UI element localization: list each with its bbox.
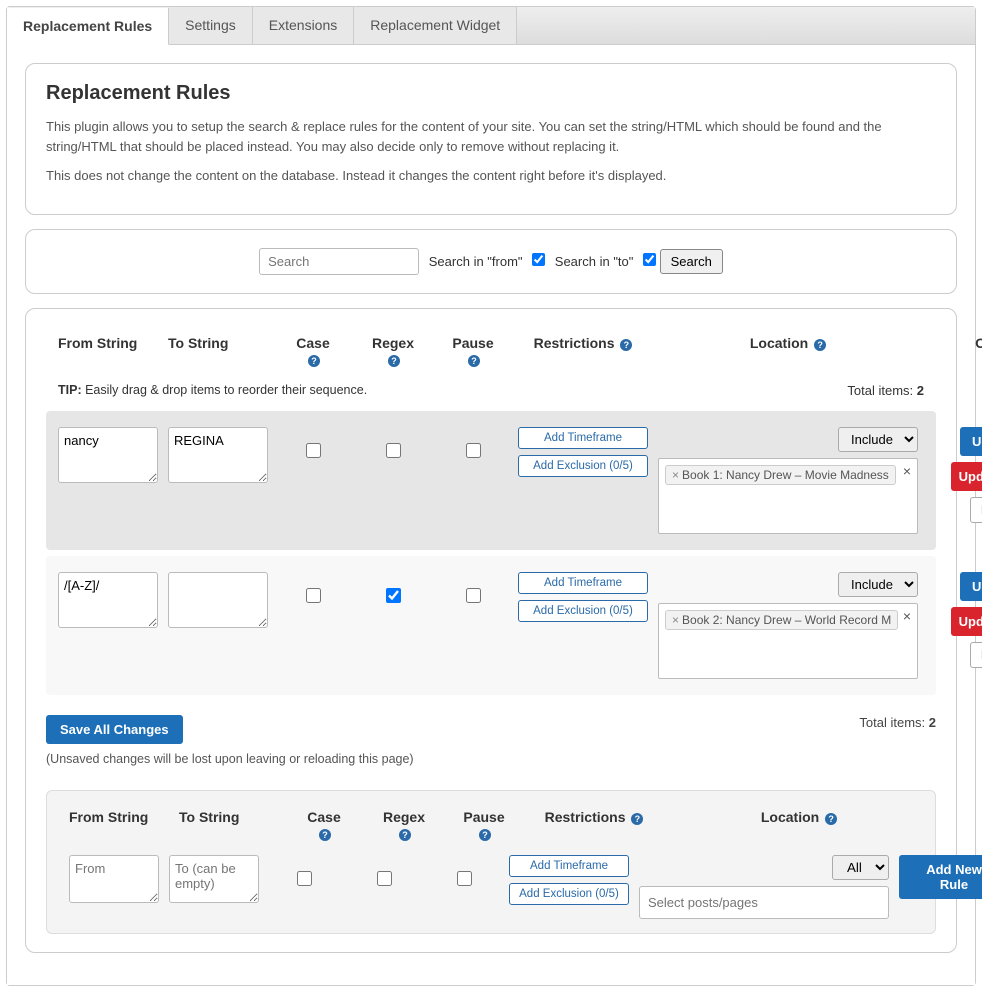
new-pause-checkbox[interactable] — [457, 871, 472, 886]
save-note: (Unsaved changes will be lost upon leavi… — [46, 752, 936, 766]
help-icon[interactable]: ? — [468, 355, 480, 367]
regex-checkbox[interactable] — [386, 588, 401, 603]
to-string-input[interactable] — [168, 572, 268, 628]
pause-checkbox[interactable] — [466, 588, 481, 603]
add-exclusion-button[interactable]: Add Exclusion (0/5) — [518, 600, 648, 622]
regex-checkbox[interactable] — [386, 443, 401, 458]
header-pause: Pause? — [449, 809, 519, 841]
new-location-input[interactable] — [639, 886, 889, 919]
tip-row: TIP: Easily drag & drop items to reorder… — [46, 375, 936, 405]
help-icon[interactable]: ? — [308, 355, 320, 367]
total-items-bottom: Total items: 2 — [859, 715, 936, 730]
new-location-mode-select[interactable]: All — [832, 855, 889, 880]
total-items-top: Total items: 2 — [847, 383, 924, 398]
location-tag[interactable]: ×Book 2: Nancy Drew – World Record M — [665, 610, 898, 630]
add-timeframe-button[interactable]: Add Timeframe — [518, 427, 648, 449]
add-timeframe-button[interactable]: Add Timeframe — [518, 572, 648, 594]
header-options: Options — [939, 809, 982, 825]
location-tags-box[interactable]: × ×Book 1: Nancy Drew – Movie Madness — [658, 458, 918, 534]
updatedb-button[interactable]: UpdateDb — [951, 607, 982, 636]
header-options: Options — [928, 335, 982, 351]
update-button[interactable]: Update — [960, 427, 982, 456]
intro-text-1: This plugin allows you to setup the sear… — [46, 117, 936, 156]
header-case: Case? — [278, 335, 348, 367]
add-exclusion-button[interactable]: Add Exclusion (0/5) — [518, 455, 648, 477]
header-from: From String — [69, 809, 169, 825]
delete-button[interactable]: Delete — [970, 642, 982, 668]
tab-settings[interactable]: Settings — [169, 7, 253, 44]
save-row: Save All Changes Total items: 2 (Unsaved… — [46, 701, 936, 770]
remove-tag-icon[interactable]: × — [672, 613, 679, 627]
rules-header-row: From String To String Case? Regex? Pause… — [46, 327, 936, 375]
header-pause: Pause? — [438, 335, 508, 367]
new-rule-panel: From String To String Case? Regex? Pause… — [46, 790, 936, 934]
header-from: From String — [58, 335, 158, 351]
header-to: To String — [168, 335, 268, 351]
new-from-input[interactable] — [69, 855, 159, 903]
header-restrictions: Restrictions ? — [529, 809, 659, 825]
search-from-checkbox[interactable] — [532, 253, 545, 266]
new-regex-checkbox[interactable] — [377, 871, 392, 886]
search-button[interactable]: Search — [660, 249, 723, 274]
rule-row[interactable]: /[A-Z]/ Add Timeframe Add Exclusion (0/5… — [46, 556, 936, 695]
clear-location-icon[interactable]: × — [903, 463, 911, 479]
page-title: Replacement Rules — [46, 82, 936, 105]
help-icon[interactable]: ? — [388, 355, 400, 367]
header-to: To String — [179, 809, 279, 825]
intro-panel: Replacement Rules This plugin allows you… — [25, 63, 957, 215]
tab-extensions[interactable]: Extensions — [253, 7, 354, 44]
new-to-input[interactable] — [169, 855, 259, 903]
tab-replacement-rules[interactable]: Replacement Rules — [7, 8, 169, 45]
header-location: Location ? — [669, 809, 929, 825]
help-icon[interactable]: ? — [631, 813, 643, 825]
add-exclusion-button[interactable]: Add Exclusion (0/5) — [509, 883, 629, 905]
new-rule-row: Add Timeframe Add Exclusion (0/5) All Ad… — [61, 855, 921, 919]
pause-checkbox[interactable] — [466, 443, 481, 458]
clear-location-icon[interactable]: × — [903, 608, 911, 624]
location-mode-select[interactable]: Include — [838, 427, 918, 452]
location-mode-select[interactable]: Include — [838, 572, 918, 597]
from-string-input[interactable]: /[A-Z]/ — [58, 572, 158, 628]
updatedb-button[interactable]: UpdateDb — [951, 462, 982, 491]
help-icon[interactable]: ? — [825, 813, 837, 825]
header-regex: Regex? — [369, 809, 439, 841]
remove-tag-icon[interactable]: × — [672, 468, 679, 482]
location-tags-box[interactable]: × ×Book 2: Nancy Drew – World Record M — [658, 603, 918, 679]
search-from-label: Search in "from" — [429, 254, 523, 269]
to-string-input[interactable]: REGINA — [168, 427, 268, 483]
tab-bar: Replacement Rules Settings Extensions Re… — [7, 7, 975, 45]
help-icon[interactable]: ? — [814, 339, 826, 351]
content-area: Replacement Rules This plugin allows you… — [7, 45, 975, 985]
case-checkbox[interactable] — [306, 588, 321, 603]
case-checkbox[interactable] — [306, 443, 321, 458]
search-input[interactable] — [259, 248, 419, 275]
new-case-checkbox[interactable] — [297, 871, 312, 886]
from-string-input[interactable]: nancy — [58, 427, 158, 483]
page-container: Replacement Rules Settings Extensions Re… — [6, 6, 976, 986]
rules-panel: From String To String Case? Regex? Pause… — [25, 308, 957, 953]
new-rule-header-row: From String To String Case? Regex? Pause… — [61, 805, 921, 855]
rule-row[interactable]: nancy REGINA Add Timeframe Add Exclusion… — [46, 411, 936, 550]
header-location: Location ? — [658, 335, 918, 351]
add-timeframe-button[interactable]: Add Timeframe — [509, 855, 629, 877]
help-icon[interactable]: ? — [319, 829, 331, 841]
header-restrictions: Restrictions ? — [518, 335, 648, 351]
save-all-button[interactable]: Save All Changes — [46, 715, 183, 744]
header-regex: Regex? — [358, 335, 428, 367]
search-to-label: Search in "to" — [555, 254, 634, 269]
help-icon[interactable]: ? — [479, 829, 491, 841]
help-icon[interactable]: ? — [399, 829, 411, 841]
help-icon[interactable]: ? — [620, 339, 632, 351]
location-tag[interactable]: ×Book 1: Nancy Drew – Movie Madness — [665, 465, 896, 485]
delete-button[interactable]: Delete — [970, 497, 982, 523]
search-to-checkbox[interactable] — [643, 253, 656, 266]
update-button[interactable]: Update — [960, 572, 982, 601]
header-case: Case? — [289, 809, 359, 841]
search-panel: Search in "from" Search in "to" Search — [25, 229, 957, 294]
add-new-rule-button[interactable]: Add New Rule — [899, 855, 982, 899]
intro-text-2: This does not change the content on the … — [46, 166, 936, 186]
tab-replacement-widget[interactable]: Replacement Widget — [354, 7, 517, 44]
